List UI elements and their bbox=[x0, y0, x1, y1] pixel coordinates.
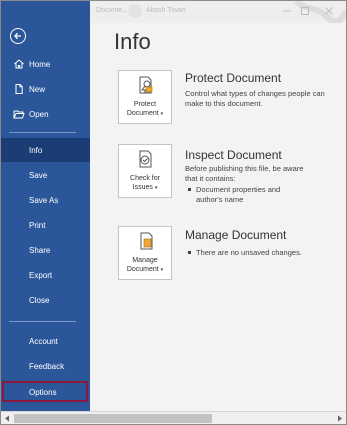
bullet-icon bbox=[188, 251, 191, 254]
sidebar-item-export[interactable]: Export bbox=[1, 263, 90, 287]
chevron-down-icon: ▾ bbox=[160, 267, 164, 273]
title-bar: Docume... Akash Tiwari bbox=[90, 1, 346, 34]
tile-label-line2: Document ▾ bbox=[126, 266, 164, 273]
user-name[interactable]: Akash Tiwari bbox=[146, 7, 186, 14]
horizontal-scrollbar[interactable] bbox=[1, 411, 346, 424]
backstage-sidebar: Home New Open Info Save Save As Print Sh… bbox=[1, 1, 90, 411]
sidebar-item-label: Save As bbox=[29, 196, 59, 205]
tile-label-line2: Document ▾ bbox=[126, 110, 164, 117]
options-highlight-box bbox=[2, 381, 88, 402]
home-icon bbox=[14, 59, 24, 69]
sidebar-item-label: Feedback bbox=[29, 362, 65, 371]
backstage-window: Home New Open Info Save Save As Print Sh… bbox=[0, 0, 347, 425]
info-panel: Info Protect Document ▾ Protect Document… bbox=[90, 23, 346, 411]
sidebar-divider bbox=[9, 132, 76, 133]
bullet-icon bbox=[188, 188, 191, 191]
sidebar-item-label: Print bbox=[29, 221, 46, 230]
sidebar-item-label: New bbox=[29, 85, 46, 94]
tile-label-line1: Check for bbox=[130, 175, 160, 182]
manage-document-button[interactable]: Manage Document ▾ bbox=[118, 226, 172, 280]
protect-document-button[interactable]: Protect Document ▾ bbox=[118, 70, 172, 124]
sidebar-item-label: Open bbox=[29, 110, 49, 119]
scroll-right-icon[interactable] bbox=[337, 415, 343, 422]
manage-document-icon bbox=[140, 232, 153, 250]
minimize-icon[interactable] bbox=[280, 5, 294, 17]
lock-document-icon bbox=[139, 76, 153, 94]
back-button[interactable] bbox=[10, 28, 26, 44]
scroll-left-icon[interactable] bbox=[4, 415, 10, 422]
section-title: Protect Document bbox=[185, 71, 282, 85]
tile-label-line1: Protect bbox=[133, 101, 157, 108]
sidebar-item-save[interactable]: Save bbox=[1, 163, 90, 187]
sidebar-item-save-as[interactable]: Save As bbox=[1, 188, 90, 212]
sidebar-item-label: Info bbox=[29, 146, 43, 155]
sidebar-item-label: Home bbox=[29, 60, 51, 69]
sidebar-item-home[interactable]: Home bbox=[1, 52, 90, 76]
sidebar-item-close[interactable]: Close bbox=[1, 288, 90, 312]
avatar[interactable] bbox=[128, 4, 142, 18]
close-icon[interactable] bbox=[322, 5, 336, 17]
section-description: Before publishing this file, be aware th… bbox=[185, 164, 304, 183]
bullet-text: There are no unsaved changes. bbox=[196, 248, 302, 257]
sidebar-item-label: Share bbox=[29, 246, 51, 255]
sidebar-divider bbox=[9, 321, 76, 322]
back-arrow-icon bbox=[14, 32, 21, 40]
section-title: Manage Document bbox=[185, 228, 287, 242]
section-title: Inspect Document bbox=[185, 148, 282, 162]
sidebar-item-label: Export bbox=[29, 271, 53, 280]
sidebar-item-new[interactable]: New bbox=[1, 77, 90, 101]
maximize-icon[interactable] bbox=[298, 5, 312, 17]
sidebar-item-feedback[interactable]: Feedback bbox=[1, 354, 90, 378]
sidebar-item-info[interactable]: Info bbox=[1, 138, 90, 162]
bullet-text: Document properties and author's name bbox=[196, 185, 281, 204]
sidebar-item-label: Account bbox=[29, 337, 58, 346]
sidebar-item-label: Save bbox=[29, 171, 48, 180]
sidebar-item-account[interactable]: Account bbox=[1, 329, 90, 353]
section-description: Control what types of changes people can… bbox=[185, 89, 325, 108]
folder-open-icon bbox=[13, 110, 25, 119]
document-name: Docume... bbox=[96, 7, 128, 14]
sidebar-item-open[interactable]: Open bbox=[1, 102, 90, 126]
scrollbar-thumb[interactable] bbox=[14, 414, 212, 423]
chevron-down-icon: ▾ bbox=[160, 111, 164, 117]
check-issues-icon bbox=[139, 150, 152, 168]
tile-label-line1: Manage bbox=[132, 257, 158, 264]
sidebar-item-share[interactable]: Share bbox=[1, 238, 90, 262]
sidebar-item-label: Close bbox=[29, 296, 50, 305]
check-for-issues-button[interactable]: Check for Issues ▾ bbox=[118, 144, 172, 198]
page-title: Info bbox=[114, 29, 151, 54]
new-document-icon bbox=[15, 84, 23, 94]
tile-label-line2: Issues ▾ bbox=[132, 184, 158, 191]
sidebar-item-print[interactable]: Print bbox=[1, 213, 90, 237]
chevron-down-icon: ▾ bbox=[154, 185, 158, 191]
